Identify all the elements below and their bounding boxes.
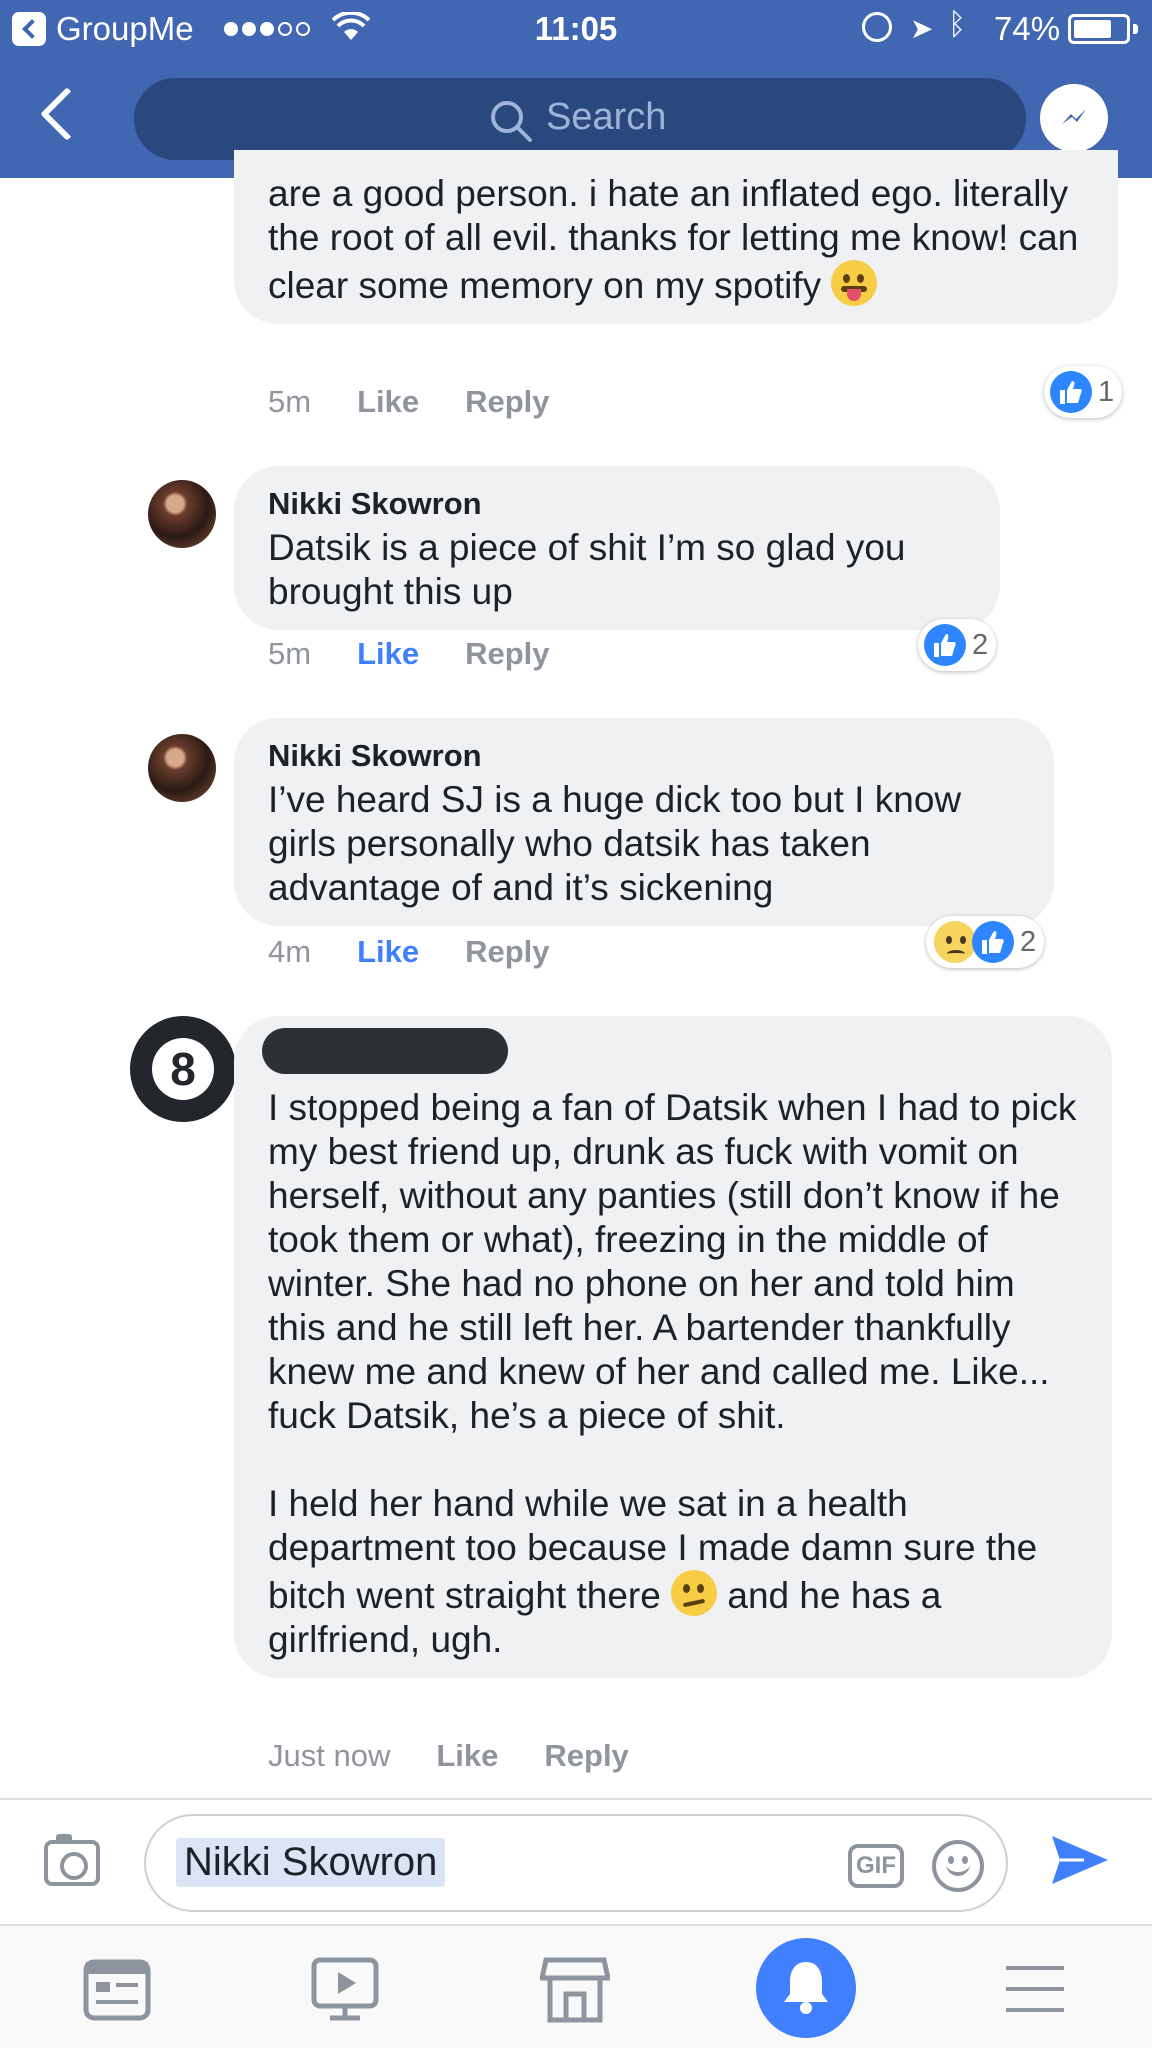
comment-paragraph: I held her hand while we sat in a health… (268, 1482, 1078, 1662)
comment-timestamp: 4m (268, 934, 312, 969)
like-reaction-icon (972, 921, 1014, 963)
messenger-icon[interactable] (1040, 84, 1108, 152)
avatar[interactable] (148, 480, 216, 548)
comment-author[interactable]: Nikki Skowron (268, 484, 966, 524)
comment-bubble: Nikki Skowron I’ve heard SJ is a huge di… (234, 718, 1054, 926)
status-time: 11:05 (534, 10, 618, 47)
comment-input[interactable]: Nikki Skowron GIF (144, 1814, 1008, 1912)
reaction-count: 1 (1098, 375, 1115, 408)
comment-actions: 5m Like Reply (268, 384, 550, 420)
location-icon: ➤ (910, 13, 934, 44)
comment-text-body: are a good person. i hate an inflated eg… (268, 173, 1089, 306)
face-with-tongue-icon (831, 260, 878, 306)
comment-composer: Nikki Skowron GIF (0, 1798, 1152, 1924)
watch-icon[interactable] (310, 1954, 380, 2024)
news-feed-icon[interactable] (82, 1954, 152, 2024)
gif-button[interactable]: GIF (848, 1844, 904, 1888)
battery-nub (1133, 24, 1138, 34)
comment-text: Datsik is a piece of shit I’m so glad yo… (268, 527, 916, 612)
bell-icon (784, 1962, 828, 2014)
back-arrow-icon[interactable] (40, 87, 94, 141)
reply-button[interactable]: Reply (544, 1738, 628, 1774)
like-button[interactable]: Like (357, 384, 419, 420)
battery-level (1074, 20, 1111, 38)
comment-timestamp: 5m (268, 384, 312, 419)
avatar-label: 8 (152, 1038, 214, 1100)
reaction-summary[interactable]: 2 (926, 916, 1045, 968)
like-reaction-icon (1050, 371, 1092, 413)
reply-button[interactable]: Reply (465, 934, 549, 970)
comment-text: are a good person. i hate an inflated eg… (268, 172, 1084, 308)
search-placeholder: Search (546, 96, 667, 138)
like-button[interactable]: Like (436, 1738, 498, 1774)
battery-percentage: 74% (994, 10, 1061, 47)
camera-icon[interactable] (44, 1834, 100, 1886)
marketplace-icon[interactable] (540, 1954, 610, 2024)
reaction-count: 2 (1020, 925, 1037, 958)
avatar[interactable] (148, 734, 216, 802)
like-button[interactable]: Like (357, 934, 419, 970)
comment-text: I’ve heard SJ is a huge dick too but I k… (268, 779, 972, 908)
reply-button[interactable]: Reply (465, 636, 549, 672)
comment-paragraph: I stopped being a fan of Datsik when I h… (268, 1087, 1087, 1436)
battery-icon (1068, 14, 1130, 44)
redacted-author (262, 1028, 508, 1074)
comment-actions: Just now Like Reply (268, 1738, 629, 1774)
comment-timestamp: 5m (268, 636, 312, 671)
avatar[interactable]: 8 (130, 1016, 236, 1122)
mention-tag[interactable]: Nikki Skowron (176, 1838, 446, 1887)
reply-button[interactable]: Reply (465, 384, 549, 420)
search-icon (491, 101, 532, 142)
reaction-summary[interactable]: 1 (1044, 366, 1123, 418)
confused-face-icon (671, 1570, 718, 1616)
comment-bubble: Nikki Skowron Datsik is a piece of shit … (234, 466, 1000, 630)
comment-timestamp: Just now (268, 1738, 391, 1773)
comment-bubble: I stopped being a fan of Datsik when I h… (234, 1016, 1112, 1678)
notifications-tab[interactable] (756, 1938, 856, 2038)
bluetooth-icon: ᛒ (948, 8, 966, 41)
status-bar: GroupMe 11:05 ➤ ᛒ 74% (0, 0, 1152, 58)
reaction-count: 2 (972, 628, 989, 661)
like-reaction-icon (924, 624, 966, 666)
send-icon[interactable] (1050, 1832, 1110, 1888)
orientation-lock-icon (862, 12, 892, 42)
comment-bubble: are a good person. i hate an inflated eg… (234, 150, 1118, 324)
comment-author[interactable]: Nikki Skowron (268, 736, 1020, 776)
tab-bar (0, 1924, 1152, 2048)
search-bar[interactable]: Search (134, 78, 1026, 160)
reaction-summary[interactable]: 2 (918, 619, 997, 671)
like-button[interactable]: Like (357, 636, 419, 672)
comment-actions: 4m Like Reply (268, 934, 550, 970)
comment-actions: 5m Like Reply (268, 636, 550, 672)
sticker-icon[interactable] (932, 1840, 984, 1892)
menu-icon[interactable] (1000, 1954, 1070, 2024)
